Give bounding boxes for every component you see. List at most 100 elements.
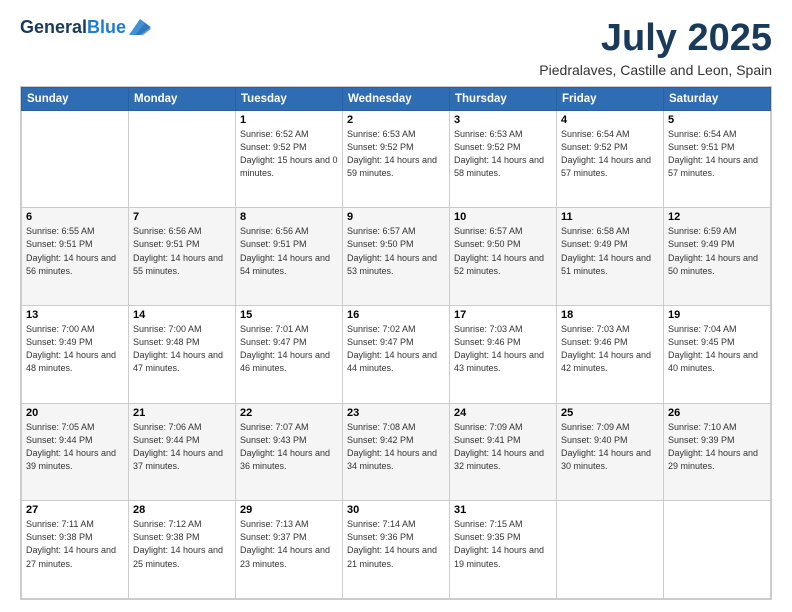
calendar-cell (664, 501, 771, 599)
day-info: Sunrise: 6:53 AMSunset: 9:52 PMDaylight:… (347, 128, 445, 180)
day-info: Sunrise: 6:56 AMSunset: 9:51 PMDaylight:… (133, 225, 231, 277)
calendar-cell: 16 Sunrise: 7:02 AMSunset: 9:47 PMDayligh… (343, 306, 450, 404)
logo-icon (129, 19, 151, 35)
day-number: 15 (240, 309, 338, 321)
calendar-cell: 27 Sunrise: 7:11 AMSunset: 9:38 PMDayligh… (22, 501, 129, 599)
day-info: Sunrise: 6:54 AMSunset: 9:52 PMDaylight:… (561, 128, 659, 180)
day-number: 10 (454, 211, 552, 223)
day-info: Sunrise: 7:11 AMSunset: 9:38 PMDaylight:… (26, 518, 124, 570)
day-number: 31 (454, 504, 552, 516)
calendar-cell: 31 Sunrise: 7:15 AMSunset: 9:35 PMDayligh… (450, 501, 557, 599)
calendar-cell (129, 110, 236, 208)
calendar-cell: 30 Sunrise: 7:14 AMSunset: 9:36 PMDayligh… (343, 501, 450, 599)
day-info: Sunrise: 6:56 AMSunset: 9:51 PMDaylight:… (240, 225, 338, 277)
day-info: Sunrise: 7:03 AMSunset: 9:46 PMDaylight:… (561, 323, 659, 375)
calendar-cell: 9 Sunrise: 6:57 AMSunset: 9:50 PMDaylight… (343, 208, 450, 306)
day-number: 8 (240, 211, 338, 223)
day-number: 29 (240, 504, 338, 516)
calendar-cell: 26Sunrise: 7:10 AMSunset: 9:39 PMDayligh… (664, 403, 771, 501)
day-info: Sunrise: 7:01 AMSunset: 9:47 PMDaylight:… (240, 323, 338, 375)
day-number: 4 (561, 114, 659, 126)
day-number: 5 (668, 114, 766, 126)
calendar-cell: 1 Sunrise: 6:52 AMSunset: 9:52 PMDaylight… (236, 110, 343, 208)
calendar-cell: 7Sunrise: 6:56 AMSunset: 9:51 PMDaylight… (129, 208, 236, 306)
day-info: Sunrise: 6:52 AMSunset: 9:52 PMDaylight:… (240, 128, 338, 180)
day-info: Sunrise: 7:00 AMSunset: 9:48 PMDaylight:… (133, 323, 231, 375)
day-info: Sunrise: 7:12 AMSunset: 9:38 PMDaylight:… (133, 518, 231, 570)
day-number: 9 (347, 211, 445, 223)
header: GeneralBlue July 2025 Piedralaves, Casti… (20, 18, 772, 78)
day-info: Sunrise: 6:53 AMSunset: 9:52 PMDaylight:… (454, 128, 552, 180)
day-number: 27 (26, 504, 124, 516)
calendar-cell: 18 Sunrise: 7:03 AMSunset: 9:46 PMDayligh… (557, 306, 664, 404)
calendar-cell: 8 Sunrise: 6:56 AMSunset: 9:51 PMDaylight… (236, 208, 343, 306)
day-info: Sunrise: 7:04 AMSunset: 9:45 PMDaylight:… (668, 323, 766, 375)
day-of-week-header: Thursday (450, 87, 557, 110)
calendar-cell: 2 Sunrise: 6:53 AMSunset: 9:52 PMDaylight… (343, 110, 450, 208)
day-info: Sunrise: 6:57 AMSunset: 9:50 PMDaylight:… (347, 225, 445, 277)
day-number: 12 (668, 211, 766, 223)
day-number: 20 (26, 407, 124, 419)
day-of-week-header: Sunday (22, 87, 129, 110)
day-number: 19 (668, 309, 766, 321)
day-number: 11 (561, 211, 659, 223)
day-of-week-header: Tuesday (236, 87, 343, 110)
calendar-cell: 14 Sunrise: 7:00 AMSunset: 9:48 PMDayligh… (129, 306, 236, 404)
day-info: Sunrise: 7:07 AMSunset: 9:43 PMDaylight:… (240, 421, 338, 473)
calendar-cell (22, 110, 129, 208)
day-info: Sunrise: 6:59 AMSunset: 9:49 PMDaylight:… (668, 225, 766, 277)
calendar-cell: 22 Sunrise: 7:07 AMSunset: 9:43 PMDayligh… (236, 403, 343, 501)
day-number: 14 (133, 309, 231, 321)
day-number: 25 (561, 407, 659, 419)
calendar: SundayMondayTuesdayWednesdayThursdayFrid… (20, 86, 772, 600)
calendar-cell: 24 Sunrise: 7:09 AMSunset: 9:41 PMDayligh… (450, 403, 557, 501)
calendar-cell: 3 Sunrise: 6:53 AMSunset: 9:52 PMDaylight… (450, 110, 557, 208)
day-number: 6 (26, 211, 124, 223)
calendar-cell: 17Sunrise: 7:03 AMSunset: 9:46 PMDayligh… (450, 306, 557, 404)
day-of-week-header: Saturday (664, 87, 771, 110)
day-info: Sunrise: 7:09 AMSunset: 9:40 PMDaylight:… (561, 421, 659, 473)
location: Piedralaves, Castille and Leon, Spain (539, 62, 772, 78)
page: GeneralBlue July 2025 Piedralaves, Casti… (0, 0, 792, 612)
day-info: Sunrise: 7:15 AMSunset: 9:35 PMDaylight:… (454, 518, 552, 570)
day-number: 1 (240, 114, 338, 126)
calendar-cell: 23 Sunrise: 7:08 AMSunset: 9:42 PMDayligh… (343, 403, 450, 501)
calendar-cell: 6 Sunrise: 6:55 AMSunset: 9:51 PMDaylight… (22, 208, 129, 306)
day-info: Sunrise: 7:05 AMSunset: 9:44 PMDaylight:… (26, 421, 124, 473)
day-of-week-header: Wednesday (343, 87, 450, 110)
day-info: Sunrise: 7:03 AMSunset: 9:46 PMDaylight:… (454, 323, 552, 375)
logo: GeneralBlue (20, 18, 151, 36)
title-block: July 2025 Piedralaves, Castille and Leon… (539, 18, 772, 78)
day-of-week-header: Monday (129, 87, 236, 110)
day-info: Sunrise: 7:08 AMSunset: 9:42 PMDaylight:… (347, 421, 445, 473)
day-number: 24 (454, 407, 552, 419)
day-number: 2 (347, 114, 445, 126)
calendar-cell: 13Sunrise: 7:00 AMSunset: 9:49 PMDayligh… (22, 306, 129, 404)
calendar-cell: 29Sunrise: 7:13 AMSunset: 9:37 PMDayligh… (236, 501, 343, 599)
day-info: Sunrise: 6:55 AMSunset: 9:51 PMDaylight:… (26, 225, 124, 277)
day-info: Sunrise: 6:58 AMSunset: 9:49 PMDaylight:… (561, 225, 659, 277)
calendar-cell: 20 Sunrise: 7:05 AMSunset: 9:44 PMDayligh… (22, 403, 129, 501)
calendar-cell: 10Sunrise: 6:57 AMSunset: 9:50 PMDayligh… (450, 208, 557, 306)
calendar-cell: 12 Sunrise: 6:59 AMSunset: 9:49 PMDayligh… (664, 208, 771, 306)
day-info: Sunrise: 6:54 AMSunset: 9:51 PMDaylight:… (668, 128, 766, 180)
day-info: Sunrise: 7:14 AMSunset: 9:36 PMDaylight:… (347, 518, 445, 570)
month-title: July 2025 (539, 18, 772, 60)
day-info: Sunrise: 7:02 AMSunset: 9:47 PMDaylight:… (347, 323, 445, 375)
day-info: Sunrise: 7:00 AMSunset: 9:49 PMDaylight:… (26, 323, 124, 375)
day-number: 30 (347, 504, 445, 516)
day-number: 16 (347, 309, 445, 321)
day-info: Sunrise: 7:09 AMSunset: 9:41 PMDaylight:… (454, 421, 552, 473)
day-number: 18 (561, 309, 659, 321)
day-number: 28 (133, 504, 231, 516)
day-number: 21 (133, 407, 231, 419)
day-number: 3 (454, 114, 552, 126)
day-info: Sunrise: 7:06 AMSunset: 9:44 PMDaylight:… (133, 421, 231, 473)
day-number: 23 (347, 407, 445, 419)
calendar-cell: 21 Sunrise: 7:06 AMSunset: 9:44 PMDayligh… (129, 403, 236, 501)
day-number: 22 (240, 407, 338, 419)
calendar-cell: 15 Sunrise: 7:01 AMSunset: 9:47 PMDayligh… (236, 306, 343, 404)
calendar-cell: 5 Sunrise: 6:54 AMSunset: 9:51 PMDaylight… (664, 110, 771, 208)
calendar-cell: 28 Sunrise: 7:12 AMSunset: 9:38 PMDayligh… (129, 501, 236, 599)
calendar-cell: 25 Sunrise: 7:09 AMSunset: 9:40 PMDayligh… (557, 403, 664, 501)
